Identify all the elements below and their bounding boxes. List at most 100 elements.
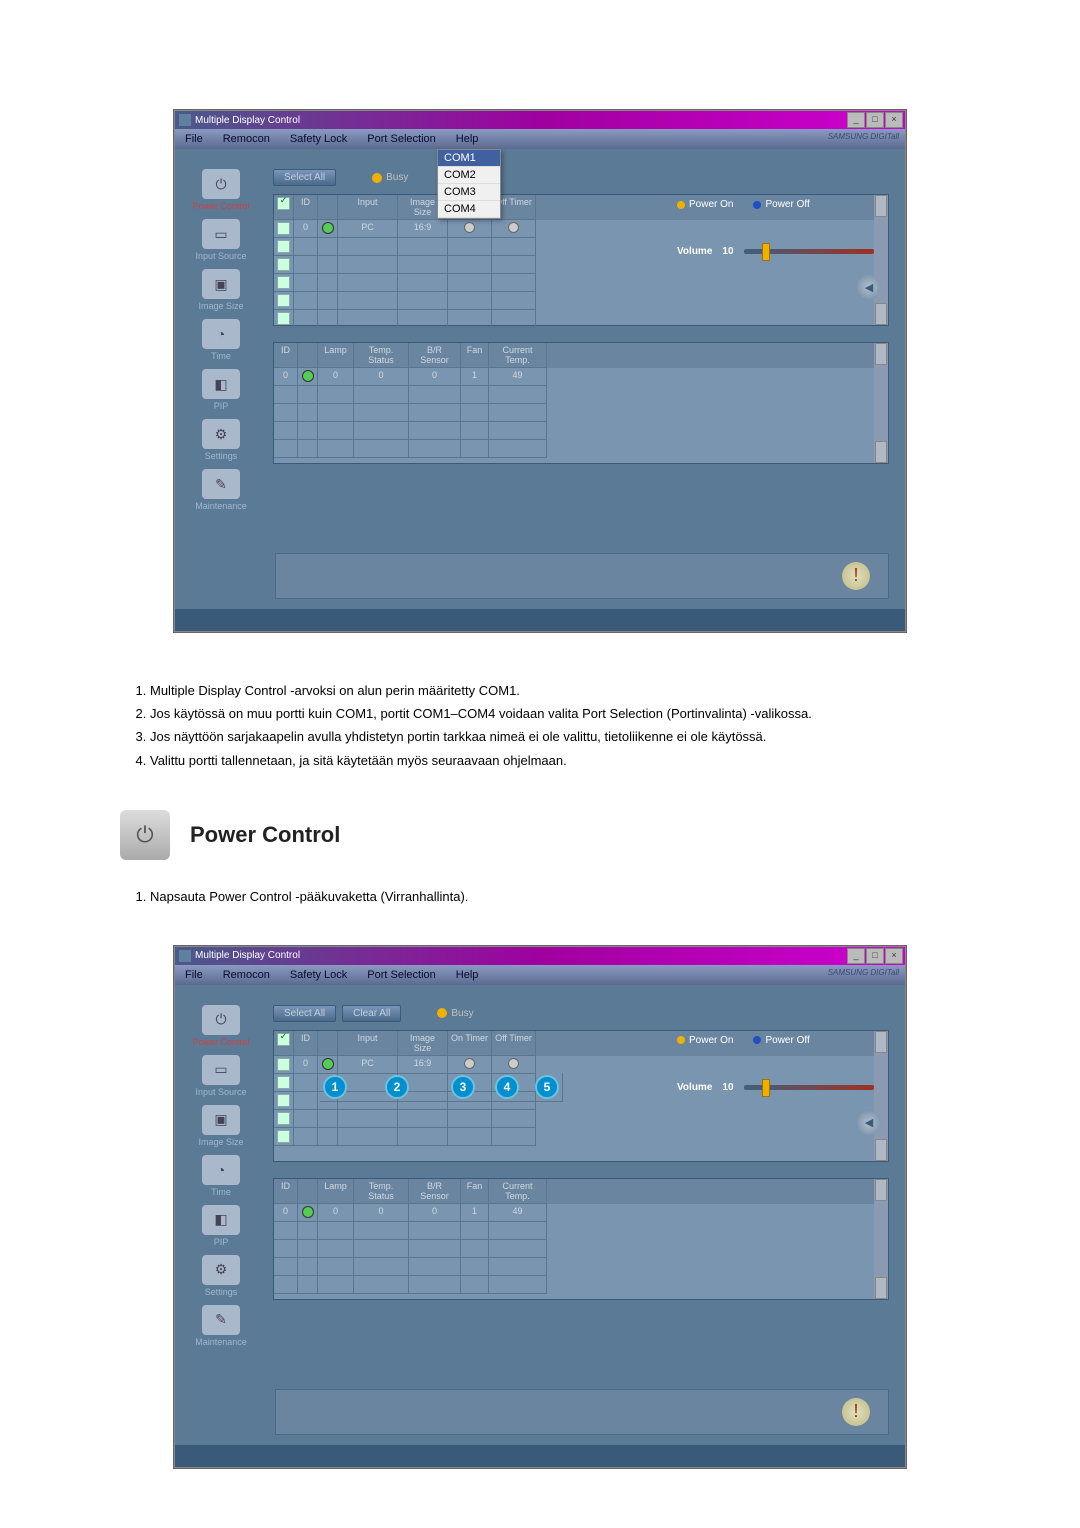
- note-item: Valittu portti tallennetaan, ja sitä käy…: [150, 752, 960, 770]
- callout-5: 5: [535, 1075, 559, 1099]
- pip-icon: ◧: [202, 369, 240, 399]
- minimize-button[interactable]: _: [847, 112, 865, 128]
- busy-dot-icon: [437, 1008, 447, 1018]
- status-led-icon: [322, 1058, 334, 1070]
- power-off-button[interactable]: Power Off: [753, 1035, 809, 1046]
- callout-2: 2: [385, 1075, 409, 1099]
- app-window-2: Multiple Display Control _ □ × File Remo…: [174, 946, 906, 1468]
- volume-thumb[interactable]: [762, 243, 770, 261]
- settings-icon: ⚙: [202, 419, 240, 449]
- power-on-button[interactable]: Power On: [677, 199, 733, 210]
- volume-label: Volume: [677, 246, 712, 257]
- image-size-icon: ▣: [202, 269, 240, 299]
- maximize-button[interactable]: □: [866, 948, 884, 964]
- app-icon: [179, 114, 191, 126]
- mute-button[interactable]: ◀: [857, 1111, 881, 1135]
- menu-port-selection[interactable]: Port Selection: [357, 129, 445, 149]
- menu-file[interactable]: File: [175, 129, 213, 149]
- power-on-button[interactable]: Power On: [677, 1035, 733, 1046]
- header-checkbox[interactable]: [277, 1033, 290, 1046]
- section-header: ⏻ Power Control: [120, 810, 960, 860]
- port-dropdown[interactable]: COM1 COM2 COM3 COM4: [437, 149, 501, 219]
- port-option-com3[interactable]: COM3: [438, 184, 500, 201]
- callout-4: 4: [495, 1075, 519, 1099]
- off-timer-radio[interactable]: [508, 222, 519, 233]
- port-option-com2[interactable]: COM2: [438, 167, 500, 184]
- power-control-icon: ⏻: [120, 810, 170, 860]
- menu-help[interactable]: Help: [446, 965, 489, 985]
- control-panel: Power On Power Off Volume 10 ◀: [677, 199, 887, 299]
- select-all-button[interactable]: Select All: [273, 1005, 336, 1022]
- control-panel: Power On Power Off Volume 10 ◀: [677, 1035, 887, 1135]
- maintenance-icon: ✎: [202, 469, 240, 499]
- busy-dot-icon: [372, 173, 382, 183]
- volume-slider[interactable]: [744, 1085, 874, 1090]
- app-window-1: Multiple Display Control _ □ × File Remo…: [174, 110, 906, 632]
- sidebar-item-input-source[interactable]: ▭Input Source: [175, 1055, 267, 1097]
- on-timer-radio[interactable]: [464, 222, 475, 233]
- row-checkbox[interactable]: [277, 222, 290, 235]
- window-title: Multiple Display Control: [195, 115, 300, 126]
- note-item: Jos käytössä on muu portti kuin COM1, po…: [150, 705, 960, 723]
- busy-indicator: Busy: [372, 172, 408, 183]
- sidebar: ⏻Power Control ▭Input Source ▣Image Size…: [175, 985, 267, 1445]
- volume-value: 10: [722, 246, 733, 257]
- port-option-com1[interactable]: COM1: [438, 150, 500, 167]
- sidebar-item-image-size[interactable]: ▣Image Size: [175, 269, 267, 311]
- sidebar-item-time[interactable]: ◔Time: [175, 319, 267, 361]
- maximize-button[interactable]: □: [866, 112, 884, 128]
- menu-help[interactable]: Help: [446, 129, 489, 149]
- grid2-scrollbar[interactable]: [874, 343, 888, 463]
- warning-icon: !: [842, 1398, 870, 1426]
- sidebar-item-settings[interactable]: ⚙Settings: [175, 1255, 267, 1297]
- sidebar-item-settings[interactable]: ⚙Settings: [175, 419, 267, 461]
- note-item: Jos näyttöön sarjakaapelin avulla yhdist…: [150, 728, 960, 746]
- menu-port-selection[interactable]: Port Selection: [357, 965, 445, 985]
- menu-safety-lock[interactable]: Safety Lock: [280, 965, 357, 985]
- time-icon: ◔: [202, 319, 240, 349]
- brand-label: SAMSUNG DIGITall: [828, 968, 899, 977]
- sidebar-item-power-control[interactable]: ⏻Power Control: [175, 1005, 267, 1047]
- mute-button[interactable]: ◀: [857, 275, 881, 299]
- menubar: File Remocon Safety Lock Port Selection …: [175, 965, 905, 985]
- sidebar-item-maintenance[interactable]: ✎Maintenance: [175, 1305, 267, 1347]
- power-off-button[interactable]: Power Off: [753, 199, 809, 210]
- select-all-button[interactable]: Select All: [273, 169, 336, 186]
- clear-all-button[interactable]: Clear All: [342, 1005, 401, 1022]
- menu-file[interactable]: File: [175, 965, 213, 985]
- sidebar-item-input-source[interactable]: ▭Input Source: [175, 219, 267, 261]
- header-checkbox[interactable]: [277, 197, 290, 210]
- busy-indicator: Busy: [437, 1008, 473, 1019]
- close-button[interactable]: ×: [885, 112, 903, 128]
- menu-safety-lock[interactable]: Safety Lock: [280, 129, 357, 149]
- callout-1: 1: [323, 1075, 347, 1099]
- table-row[interactable]: 0 0 0 0 1 49: [274, 368, 874, 386]
- sidebar-item-power-control[interactable]: ⏻Power Control: [175, 169, 267, 211]
- sidebar-item-pip[interactable]: ◧PIP: [175, 1205, 267, 1247]
- notes-list-2: Napsauta Power Control -pääkuvaketta (Vi…: [120, 888, 960, 906]
- titlebar: Multiple Display Control _ □ ×: [175, 111, 905, 129]
- note-item: Multiple Display Control -arvoksi on alu…: [150, 682, 960, 700]
- sidebar-item-image-size[interactable]: ▣Image Size: [175, 1105, 267, 1147]
- window-title: Multiple Display Control: [195, 950, 300, 961]
- minimize-button[interactable]: _: [847, 948, 865, 964]
- status-led-icon: [322, 222, 334, 234]
- input-icon: ▭: [202, 219, 240, 249]
- sidebar-item-time[interactable]: ◔Time: [175, 1155, 267, 1197]
- close-button[interactable]: ×: [885, 948, 903, 964]
- status-bar: !: [275, 1389, 889, 1435]
- status-led-icon: [302, 370, 314, 382]
- table-row[interactable]: 0 0 0 0 1 49: [274, 1204, 874, 1222]
- menu-remocon[interactable]: Remocon: [213, 129, 280, 149]
- notes-list-1: Multiple Display Control -arvoksi on alu…: [120, 682, 960, 770]
- menu-remocon[interactable]: Remocon: [213, 965, 280, 985]
- grid2-scrollbar[interactable]: [874, 1179, 888, 1299]
- status-grid: ID Lamp Temp. Status B/R Sensor Fan Curr…: [273, 342, 889, 464]
- power-off-dot-icon: [753, 201, 761, 209]
- volume-slider[interactable]: [744, 249, 874, 254]
- sidebar-item-maintenance[interactable]: ✎Maintenance: [175, 469, 267, 511]
- callout-3: 3: [451, 1075, 475, 1099]
- sidebar-item-pip[interactable]: ◧PIP: [175, 369, 267, 411]
- section-title: Power Control: [190, 822, 340, 848]
- port-option-com4[interactable]: COM4: [438, 201, 500, 218]
